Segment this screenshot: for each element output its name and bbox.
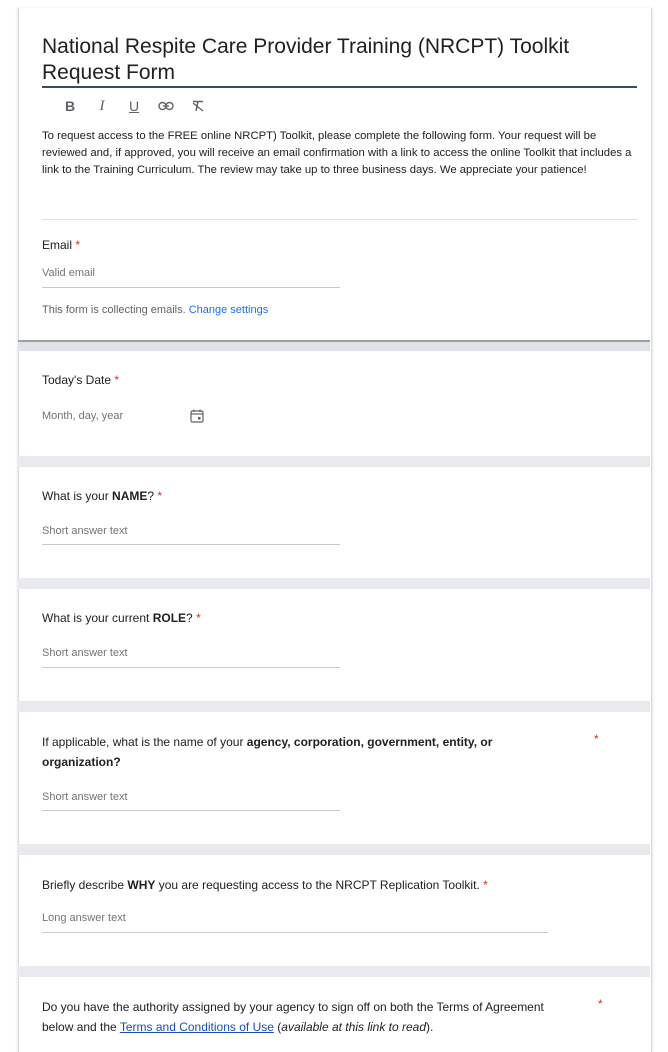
- title-underline: [42, 86, 637, 88]
- bold-button[interactable]: B: [54, 96, 86, 116]
- question-separator: [18, 701, 650, 712]
- name-input[interactable]: Short answer text: [42, 525, 128, 537]
- role-label: What is your current ROLE? *: [42, 609, 201, 627]
- role-input[interactable]: Short answer text: [42, 647, 128, 659]
- role-label-bold: ROLE: [152, 611, 187, 625]
- underline-button[interactable]: U: [118, 96, 150, 116]
- name-input-underline: [42, 544, 340, 545]
- required-marker: *: [483, 878, 488, 892]
- email-label: Email *: [42, 236, 80, 254]
- email-input[interactable]: Valid email: [42, 267, 95, 279]
- why-label-pre: Briefly describe: [42, 878, 128, 892]
- authority-label-post: ).: [426, 1020, 434, 1034]
- format-toolbar: B I U: [54, 96, 214, 116]
- change-settings-link[interactable]: Change settings: [189, 304, 269, 316]
- date-label-text: Today's Date: [42, 373, 111, 387]
- why-label-bold: WHY: [127, 878, 156, 892]
- why-label: Briefly describe WHY you are requesting …: [42, 876, 488, 894]
- clear-format-icon: [192, 100, 204, 112]
- form-title[interactable]: National Respite Care Provider Training …: [42, 34, 637, 86]
- date-input[interactable]: Month, day, year: [42, 410, 123, 422]
- why-input[interactable]: Long answer text: [42, 912, 126, 924]
- email-input-underline: [42, 287, 340, 288]
- header-divider: [42, 219, 637, 220]
- required-marker: *: [75, 238, 81, 252]
- email-collection-note: This form is collecting emails. Change s…: [42, 304, 268, 316]
- date-label: Today's Date *: [42, 371, 119, 389]
- authority-label: Do you have the authority assigned by yo…: [42, 997, 552, 1037]
- question-separator: [18, 578, 650, 589]
- required-marker: *: [598, 997, 603, 1011]
- agency-label-pre: If applicable, what is the name of your: [42, 735, 247, 749]
- question-card-name[interactable]: What is your NAME? * Short answer text: [18, 467, 650, 578]
- agency-input[interactable]: Short answer text: [42, 791, 128, 803]
- question-card-why[interactable]: Briefly describe WHY you are requesting …: [18, 855, 650, 966]
- question-separator: [18, 844, 650, 855]
- agency-label: If applicable, what is the name of your …: [42, 732, 542, 772]
- authority-label-italic: available at this link to read: [281, 1020, 427, 1034]
- italic-button[interactable]: I: [86, 96, 118, 116]
- question-card-role[interactable]: What is your current ROLE? * Short answe…: [18, 589, 650, 701]
- name-label-post: ?: [147, 489, 155, 503]
- link-icon: [158, 101, 174, 111]
- email-note-text: This form is collecting emails.: [42, 304, 186, 316]
- why-label-post: you are requesting access to the NRCPT R…: [155, 878, 480, 892]
- role-label-pre: What is your current: [42, 611, 153, 625]
- question-separator: [18, 456, 650, 467]
- clear-format-button[interactable]: [182, 96, 214, 116]
- section-separator: [18, 340, 650, 351]
- required-marker: *: [594, 732, 599, 746]
- link-button[interactable]: [150, 96, 182, 116]
- name-label-bold: NAME: [112, 489, 148, 503]
- required-marker: *: [114, 373, 120, 387]
- question-card-date[interactable]: Today's Date * Month, day, year: [18, 351, 650, 456]
- name-label-pre: What is your: [42, 489, 113, 503]
- form-description[interactable]: To request access to the FREE online NRC…: [42, 128, 640, 179]
- question-card-agency[interactable]: If applicable, what is the name of your …: [18, 712, 650, 844]
- name-label: What is your NAME? *: [42, 487, 162, 505]
- question-card-authority[interactable]: Do you have the authority assigned by yo…: [18, 977, 650, 1052]
- role-label-post: ?: [186, 611, 193, 625]
- calendar-icon[interactable]: [190, 409, 204, 423]
- terms-and-conditions-link[interactable]: Terms and Conditions of Use: [120, 1020, 274, 1034]
- required-marker: *: [196, 611, 201, 625]
- form-header-card: National Respite Care Provider Training …: [18, 8, 650, 343]
- question-separator: [18, 966, 650, 977]
- required-marker: *: [157, 489, 163, 503]
- why-input-underline: [42, 932, 548, 933]
- agency-input-underline: [42, 810, 340, 811]
- role-input-underline: [42, 667, 340, 668]
- email-label-text: Email: [42, 238, 73, 252]
